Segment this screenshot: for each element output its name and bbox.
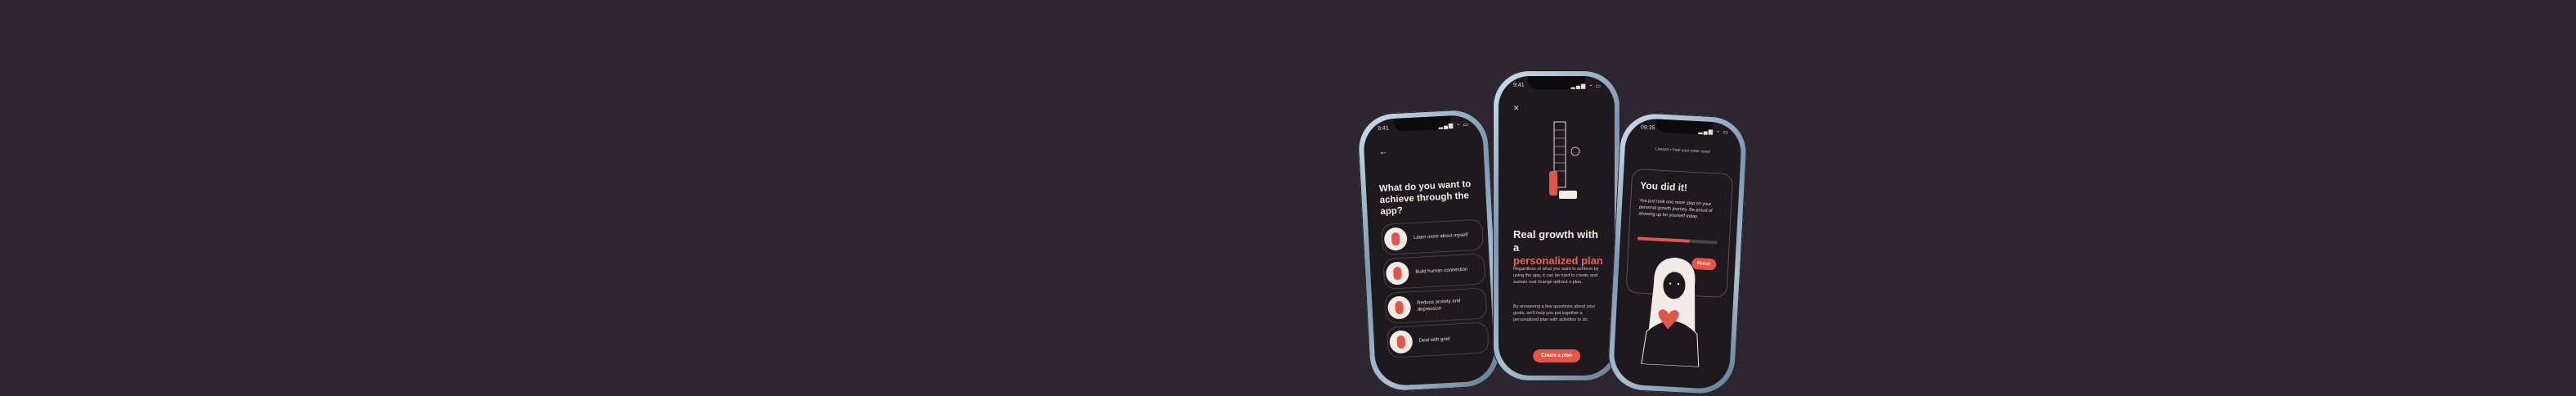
status-time: 9:41 [1377,125,1389,133]
lesson-progress-bar [1637,236,1718,245]
person-hugging-heart-illustration [1641,257,1700,368]
question-title: What do you want to achieve through the … [1378,179,1472,218]
option-illustration-icon [1389,330,1413,354]
plan-title-line1: Real growth with a [1513,228,1598,254]
status-icons: ▂▄▆ ◔ ▭ [1570,83,1602,89]
status-time: 9:41 [1513,83,1525,88]
close-icon[interactable]: ✕ [1513,104,1520,113]
plan-intro-screen: 9:41 ▂▄▆ ◔ ▭ ✕ Real growth with a person… [1499,76,1615,376]
back-arrow-icon[interactable]: ← [1378,146,1388,157]
card-text: You just took one more step on your pers… [1638,198,1713,220]
phone-left: 9:41 ▂▄▆ ◔ ▭ ← What do you want to achie… [1356,108,1502,393]
option-label: Reduce anxiety and depression [1417,299,1461,313]
plan-title: Real growth with a personalized plan [1513,228,1606,268]
option-label: Learn more about myself [1413,232,1468,241]
plan-paragraph-1: Regardless of what you want to achieve b… [1513,267,1599,285]
option-illustration-icon [1385,261,1410,286]
option-illustration-icon [1387,295,1412,320]
phone-center: 9:41 ▂▄▆ ◔ ▭ ✕ Real growth with a person… [1493,70,1620,381]
option-label: Build human connection [1415,267,1468,275]
card-title: You did it! [1639,179,1688,194]
status-icons: ▂▄▆ ◔ ▭ [1438,122,1470,130]
lesson-caption: Lesson • Feel your inner voice [1655,146,1711,155]
lesson-progress-fill [1637,236,1690,243]
option-label: Deal with grief [1418,336,1450,344]
option-learn-about-myself[interactable]: Learn more about myself [1381,218,1485,255]
plan-paragraph-2: By answering a few questions about your … [1513,304,1596,322]
option-human-connection[interactable]: Build human connection [1382,253,1486,290]
create-plan-button[interactable]: Create a plan [1533,349,1580,362]
phone-right: 09:35 ▂▄▆ ◔ ▭ Lesson • Feel your inner v… [1606,111,1749,396]
option-deal-with-grief[interactable]: Deal with grief [1386,322,1490,358]
growth-illustration [1549,121,1580,199]
completion-screen: 09:35 ▂▄▆ ◔ ▭ Lesson • Feel your inner v… [1612,117,1743,390]
option-illustration-icon [1383,227,1408,251]
status-time: 09:35 [1640,124,1655,132]
option-reduce-anxiety[interactable]: Reduce anxiety and depression [1384,287,1488,324]
goals-screen: 9:41 ▂▄▆ ◔ ▭ ← What do you want to achie… [1362,114,1496,387]
status-icons: ▂▄▆ ◔ ▭ [1698,128,1729,137]
